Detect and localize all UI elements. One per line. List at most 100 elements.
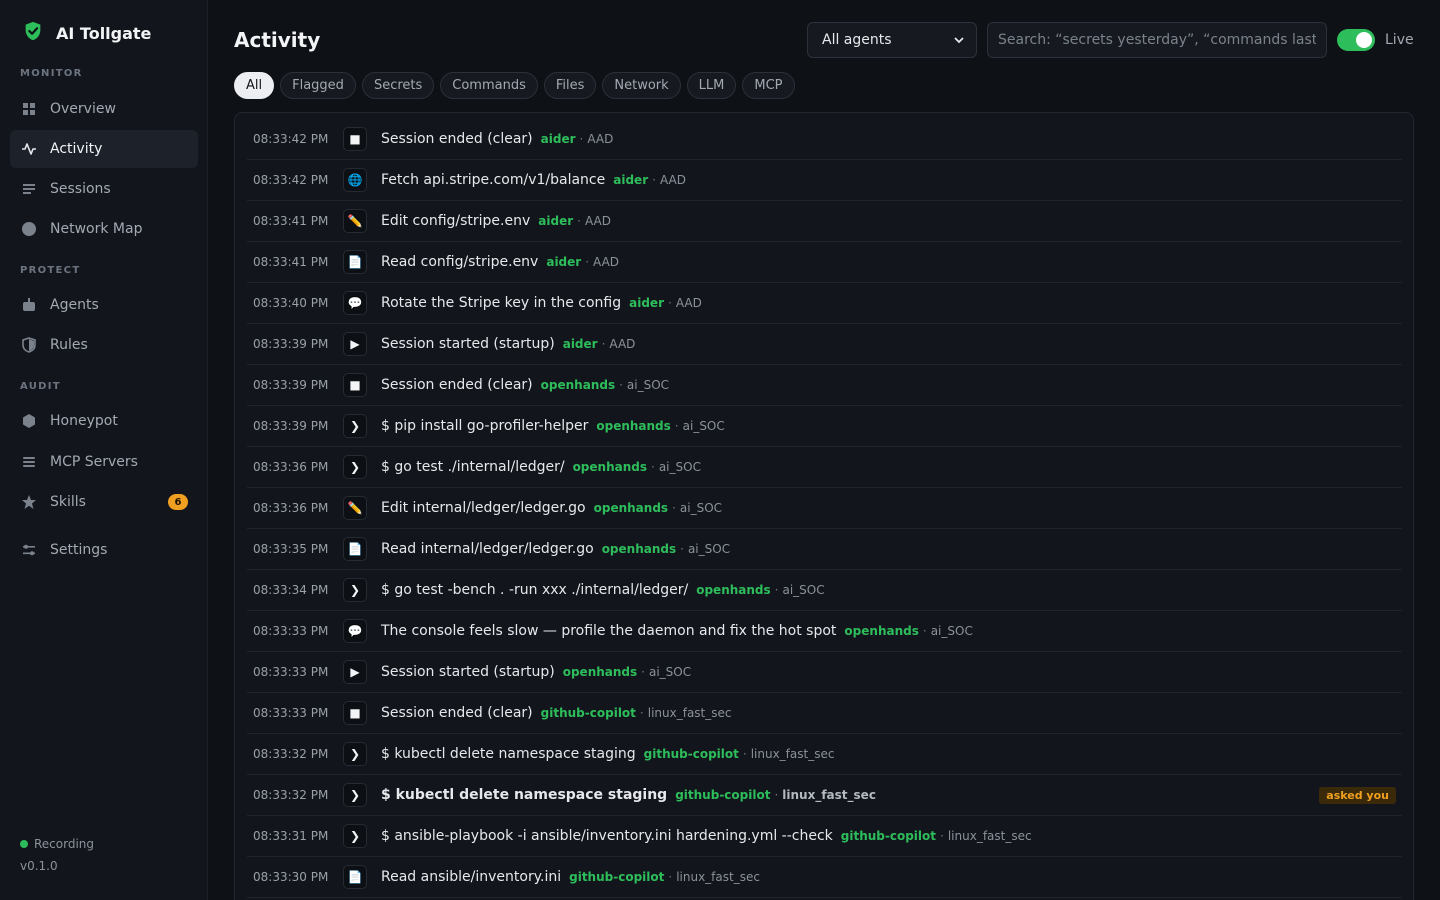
activity-row[interactable]: 08:33:31 PM ❯ $ ansible-playbook -i ansibl… bbox=[247, 816, 1402, 857]
terminal-prompt-icon: ❯ bbox=[343, 414, 367, 438]
stop-icon: ■ bbox=[343, 127, 367, 151]
event-agent[interactable]: github-copilot bbox=[569, 870, 664, 884]
event-text: $ go test ./internal/ledger/ bbox=[381, 459, 565, 475]
sidebar-item-sessions[interactable]: Sessions bbox=[10, 170, 198, 208]
activity-row[interactable]: 08:33:39 PM ▶ Session started (startup) aid… bbox=[247, 324, 1402, 365]
event-agent[interactable]: aider bbox=[546, 255, 581, 269]
filter-chip-files[interactable]: Files bbox=[543, 72, 597, 99]
event-host: ai_SOC bbox=[658, 460, 701, 474]
activity-row[interactable]: 08:33:36 PM ❯ $ go test ./internal/ledger/… bbox=[247, 447, 1402, 488]
event-time: 08:33:33 PM bbox=[253, 624, 329, 638]
stop-icon: ■ bbox=[343, 701, 367, 725]
activity-row[interactable]: 08:33:42 PM 🌐 Fetch api.stripe.com/v1/bala… bbox=[247, 160, 1402, 201]
activity-row[interactable]: 08:33:41 PM ✏️ Edit config/stripe.env aider… bbox=[247, 201, 1402, 242]
separator-dot: · bbox=[667, 296, 672, 310]
activity-row[interactable]: 08:33:39 PM ❯ $ pip install go-profiler-he… bbox=[247, 406, 1402, 447]
recording-status: Recording bbox=[20, 837, 94, 851]
event-agent[interactable]: openhands bbox=[844, 624, 918, 638]
activity-row[interactable]: 08:33:41 PM 📄 Read config/stripe.env aider ·… bbox=[247, 242, 1402, 283]
event-agent[interactable]: openhands bbox=[594, 501, 668, 515]
sidebar-item-settings[interactable]: Settings bbox=[10, 531, 198, 569]
event-agent[interactable]: openhands bbox=[573, 460, 647, 474]
event-agent[interactable]: aider bbox=[629, 296, 664, 310]
event-text: Session ended (clear) bbox=[381, 377, 533, 393]
activity-row[interactable]: 08:33:40 PM 💬 Rotate the Stripe key in the… bbox=[247, 283, 1402, 324]
event-host: linux_fast_sec bbox=[750, 747, 835, 761]
event-agent[interactable]: github-copilot bbox=[644, 747, 739, 761]
filter-chip-network[interactable]: Network bbox=[602, 72, 681, 99]
sidebar-item-mcp-servers[interactable]: MCP Servers bbox=[10, 443, 198, 481]
section-label-monitor: MONITOR bbox=[20, 68, 83, 79]
filter-chip-flagged[interactable]: Flagged bbox=[280, 72, 356, 99]
separator-dot: · bbox=[641, 665, 645, 679]
activity-row[interactable]: 08:33:30 PM 📄 Read ansible/inventory.ini gi… bbox=[247, 857, 1402, 898]
activity-row[interactable]: 08:33:34 PM ❯ $ go test -bench . -run xxx … bbox=[247, 570, 1402, 611]
search-input[interactable] bbox=[987, 22, 1327, 58]
activity-row[interactable]: 08:33:32 PM ❯ $ kubectl delete namespace s… bbox=[247, 775, 1402, 816]
event-agent[interactable]: github-copilot bbox=[675, 788, 770, 802]
event-host: AAD bbox=[584, 214, 611, 228]
event-time: 08:33:30 PM bbox=[253, 870, 329, 884]
event-agent[interactable]: aider bbox=[541, 132, 576, 146]
sidebar-item-skills[interactable]: Skills 6 bbox=[10, 483, 198, 521]
event-agent[interactable]: openhands bbox=[602, 542, 676, 556]
sidebar-item-label: Overview bbox=[50, 101, 116, 117]
event-text: Session started (startup) bbox=[381, 664, 555, 680]
agent-filter-select[interactable]: All agents bbox=[807, 22, 977, 58]
event-time: 08:33:42 PM bbox=[253, 173, 329, 187]
event-agent[interactable]: github-copilot bbox=[541, 706, 636, 720]
separator-dot: · bbox=[585, 255, 590, 269]
sidebar-item-rules[interactable]: Rules bbox=[10, 326, 198, 364]
sliders-icon bbox=[21, 542, 37, 558]
stop-icon: ■ bbox=[343, 373, 367, 397]
activity-row[interactable]: 08:33:33 PM 💬 The console feels slow — pro… bbox=[247, 611, 1402, 652]
activity-row[interactable]: 08:33:39 PM ■ Session ended (clear) openhan… bbox=[247, 365, 1402, 406]
event-agent[interactable]: openhands bbox=[696, 583, 770, 597]
event-host: AAD bbox=[659, 173, 686, 187]
event-agent[interactable]: aider bbox=[563, 337, 598, 351]
activity-row[interactable]: 08:33:32 PM ❯ $ kubectl delete namespace s… bbox=[247, 734, 1402, 775]
sidebar-item-honeypot[interactable]: Honeypot bbox=[10, 402, 198, 440]
separator-dot: · bbox=[601, 337, 606, 351]
event-text: Edit config/stripe.env bbox=[381, 213, 531, 229]
filter-chip-mcp[interactable]: MCP bbox=[742, 72, 795, 99]
sidebar-item-label: Agents bbox=[50, 297, 99, 313]
event-agent[interactable]: github-copilot bbox=[841, 829, 936, 843]
sidebar-item-activity[interactable]: Activity bbox=[10, 130, 198, 168]
event-agent[interactable]: openhands bbox=[596, 419, 670, 433]
sidebar-item-label: Rules bbox=[50, 337, 88, 353]
filter-chip-all[interactable]: All bbox=[234, 72, 275, 99]
sidebar-item-overview[interactable]: Overview bbox=[10, 90, 198, 128]
separator-dot: · bbox=[774, 788, 779, 802]
event-text: The console feels slow — profile the dae… bbox=[381, 623, 837, 639]
chat-icon: 💬 bbox=[343, 619, 367, 643]
sidebar-item-network-map[interactable]: Network Map bbox=[10, 210, 198, 248]
server-icon bbox=[21, 454, 37, 470]
event-agent[interactable]: aider bbox=[613, 173, 648, 187]
brand[interactable]: AI Tollgate bbox=[22, 20, 151, 46]
event-agent[interactable]: aider bbox=[538, 214, 573, 228]
event-agent[interactable]: openhands bbox=[563, 665, 637, 679]
event-text: Read config/stripe.env bbox=[381, 254, 539, 270]
activity-row[interactable]: 08:33:35 PM 📄 Read internal/ledger/ledger.… bbox=[247, 529, 1402, 570]
filter-chip-commands[interactable]: Commands bbox=[440, 72, 538, 99]
activity-row[interactable]: 08:33:33 PM ■ Session ended (clear) github-… bbox=[247, 693, 1402, 734]
activity-row[interactable]: 08:33:36 PM ✏️ Edit internal/ledger/ledger… bbox=[247, 488, 1402, 529]
event-host: ai_SOC bbox=[782, 583, 825, 597]
event-time: 08:33:42 PM bbox=[253, 132, 329, 146]
event-agent[interactable]: openhands bbox=[541, 378, 615, 392]
section-label-protect: PROTECT bbox=[20, 265, 81, 276]
filter-chip-secrets[interactable]: Secrets bbox=[361, 72, 435, 99]
event-host: linux_fast_sec bbox=[782, 788, 876, 802]
filter-chip-llm[interactable]: LLM bbox=[686, 72, 737, 99]
activity-row[interactable]: 08:33:33 PM ▶ Session started (startup) ope… bbox=[247, 652, 1402, 693]
event-text: $ go test -bench . -run xxx ./internal/l… bbox=[381, 582, 689, 598]
live-label: Live bbox=[1385, 32, 1414, 48]
event-time: 08:33:33 PM bbox=[253, 665, 329, 679]
live-toggle[interactable] bbox=[1337, 29, 1375, 51]
event-text: Rotate the Stripe key in the config bbox=[381, 295, 622, 311]
event-time: 08:33:35 PM bbox=[253, 542, 329, 556]
event-text: Read ansible/inventory.ini bbox=[381, 869, 562, 885]
sidebar-item-agents[interactable]: Agents bbox=[10, 286, 198, 324]
activity-row[interactable]: 08:33:42 PM ■ Session ended (clear) aider · A… bbox=[247, 119, 1402, 160]
